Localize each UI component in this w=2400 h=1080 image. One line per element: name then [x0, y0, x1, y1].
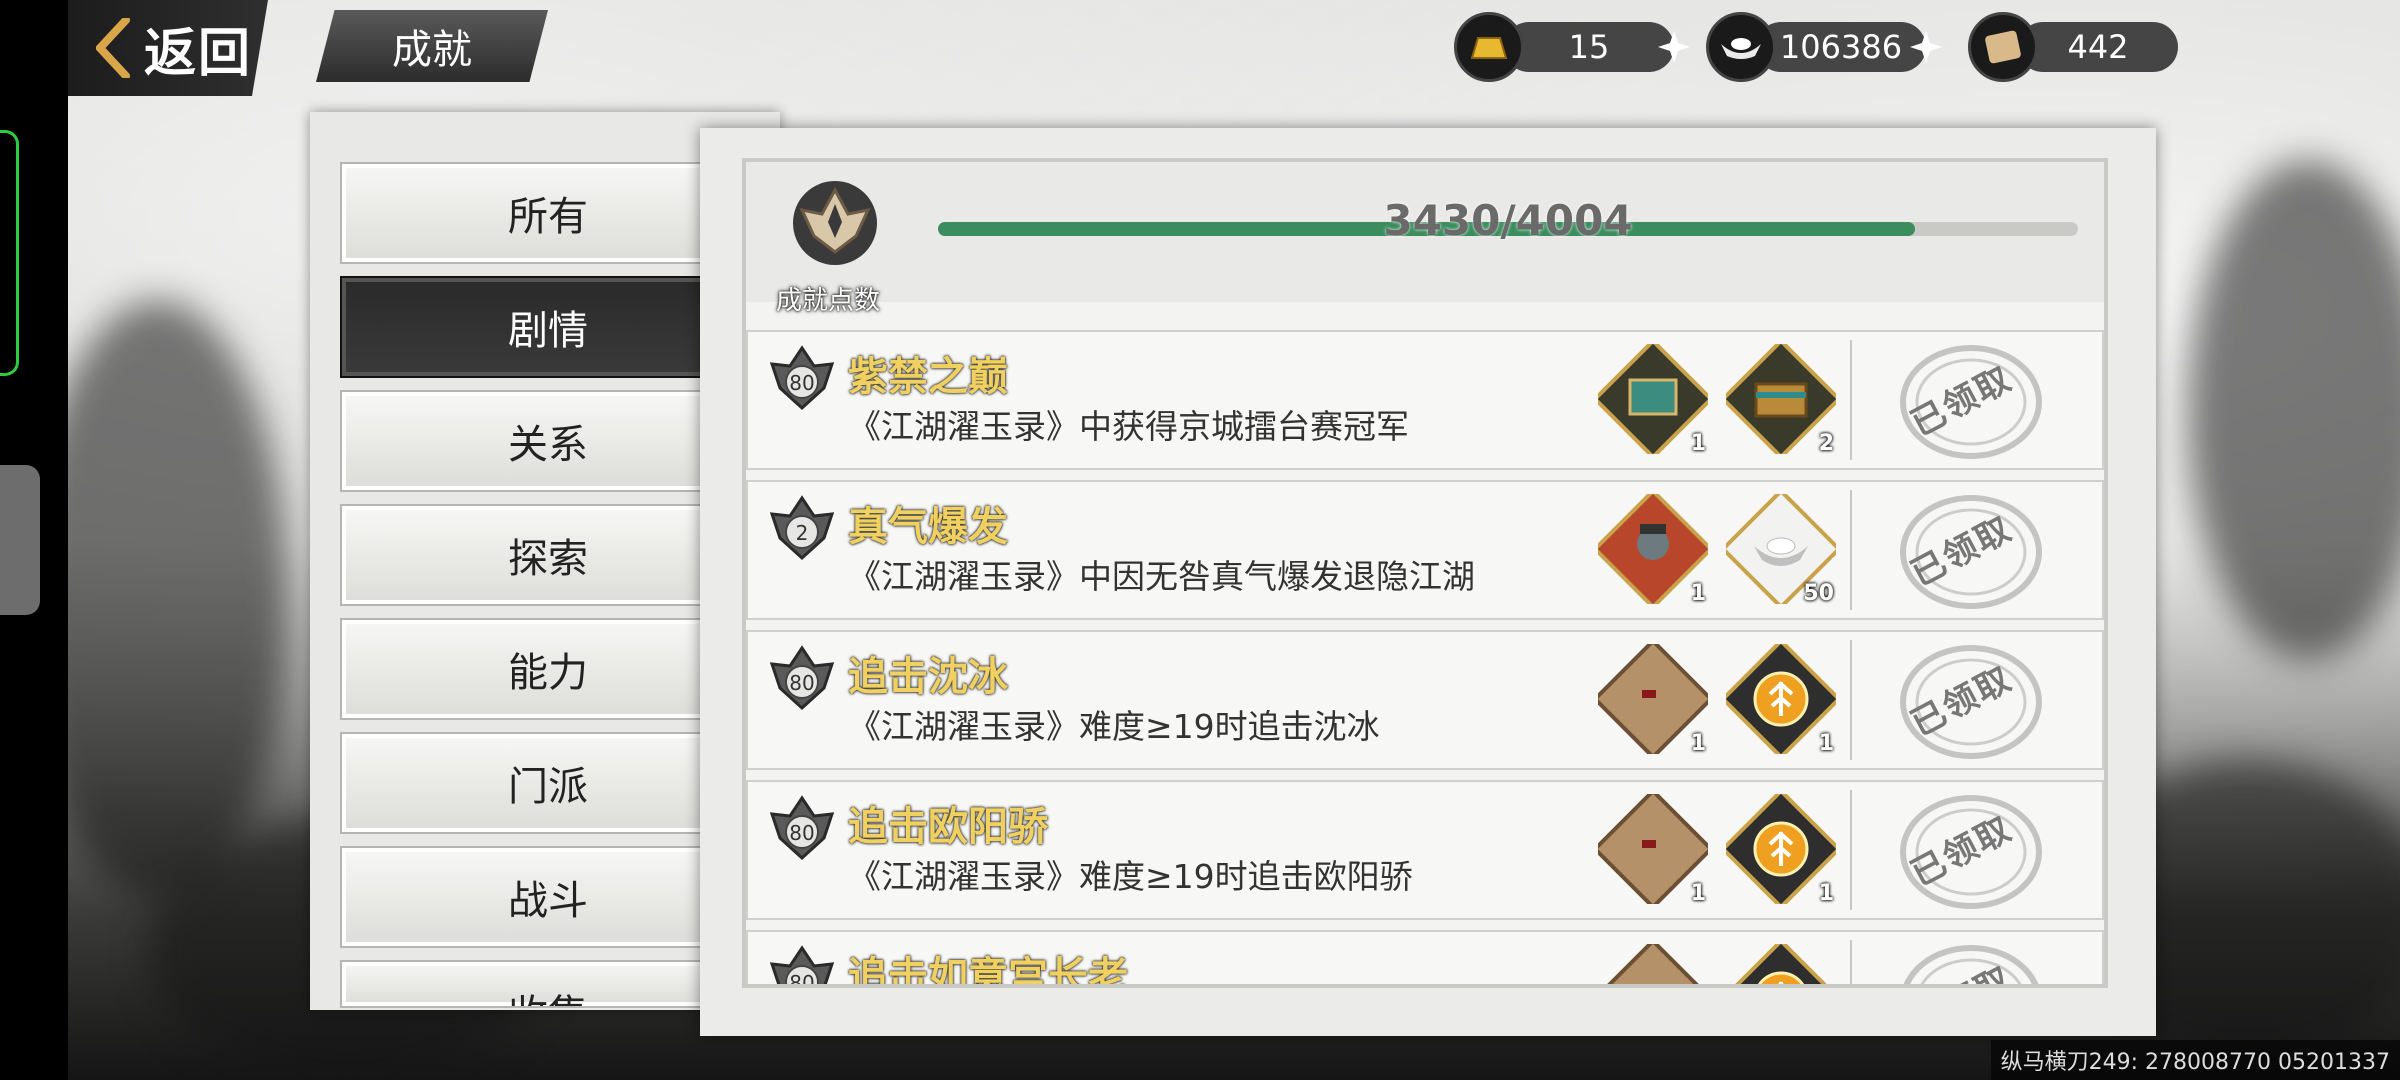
lotus-badge-icon: 80 — [769, 795, 835, 861]
side-handle[interactable] — [0, 465, 40, 615]
achievement-row[interactable]: 80 紫禁之巅 《江湖濯玉录》中获得京城擂台赛冠军 1 2 已领取 — [746, 330, 2104, 470]
achievement-row[interactable]: 80 追击欧阳骄 《江湖濯玉录》难度≥19时追击欧阳骄 1 1 已领取 — [746, 780, 2104, 920]
reward-slot[interactable]: 1 — [1592, 338, 1714, 460]
lotus-badge-icon: 2 — [769, 495, 835, 561]
sidebar-item-label: 收集 — [508, 982, 588, 1006]
silver-ingot-icon — [1706, 12, 1776, 82]
sidebar-item-label: 能力 — [508, 650, 588, 696]
achievement-title: 紫禁之巅 — [848, 354, 1008, 400]
reward-slot[interactable]: 1 — [1592, 488, 1714, 610]
sidebar-item-6[interactable]: 战斗 — [340, 846, 756, 948]
edge-indicator — [0, 130, 19, 376]
row-divider — [1850, 940, 1852, 984]
sidebar-item-1[interactable]: 剧情 — [340, 276, 756, 378]
achievement-title: 追击欧阳骄 — [848, 804, 1048, 850]
sidebar-item-3[interactable]: 探索 — [340, 504, 756, 606]
sidebar-item-label: 门派 — [508, 764, 588, 810]
back-label: 返回 — [144, 23, 253, 84]
lotus-badge-icon: 80 — [769, 945, 835, 988]
lotus-badge-icon: 80 — [769, 345, 835, 411]
currency-scroll: 442 — [1968, 12, 2178, 82]
gold-bar-icon — [1454, 12, 1524, 82]
sidebar-item-label: 所有 — [508, 194, 588, 240]
add-silver-button[interactable] — [1908, 29, 1944, 65]
back-button[interactable]: 返回 — [68, 0, 268, 96]
sidebar-item-label: 战斗 — [508, 878, 588, 924]
points-progress-text: 3430/4004 — [1383, 196, 1633, 245]
sidebar-item-label: 探索 — [508, 536, 588, 582]
badge-level: 2 — [796, 521, 809, 545]
badge-level: 80 — [789, 971, 814, 988]
reward-count: 1 — [1690, 731, 1706, 756]
points-label: 成就点数 — [776, 286, 881, 316]
reward-slot[interactable]: 1 — [1592, 788, 1714, 910]
sidebar-item-label: 剧情 — [508, 308, 588, 354]
reward-count: 1 — [1690, 881, 1706, 906]
reward-count: 1 — [1690, 431, 1706, 456]
reward-slot[interactable]: 50 — [1720, 488, 1842, 610]
achievement-panel: 成就点数 3430/4004 80 紫禁之巅《江湖濯玉录》中获得京城擂台赛冠军 1 2… — [700, 128, 2156, 1036]
page-title: 成就 — [316, 10, 548, 82]
row-divider — [1850, 640, 1852, 760]
row-divider — [1850, 790, 1852, 910]
achievement-desc: 《江湖濯玉录》中获得京城擂台赛冠军 — [848, 407, 1409, 446]
reward-count: 50 — [1803, 581, 1834, 606]
achievement-list-frame: 成就点数 3430/4004 80 紫禁之巅《江湖濯玉录》中获得京城擂台赛冠军 1 2… — [742, 158, 2108, 988]
reward-slot[interactable]: 1 — [1720, 638, 1842, 760]
reward-count: 1 — [1818, 881, 1834, 906]
achievement-desc: 《江湖濯玉录》难度≥19时追击欧阳骄 — [848, 857, 1413, 896]
currency-silver: 106386 — [1706, 12, 1944, 82]
sidebar-item-4[interactable]: 能力 — [340, 618, 756, 720]
add-gold-button[interactable] — [1656, 29, 1692, 65]
lotus-emblem-icon — [793, 181, 877, 265]
player-id-footer: 纵马横刀249: 278008770 05201337 — [1990, 1040, 2400, 1080]
achievement-title: 追击如意宫长老 — [848, 954, 1128, 988]
achievement-row[interactable]: 80追击如意宫长老《江湖濯玉录》难度≥19时追击如意宫长老已领取 — [746, 930, 2104, 988]
points-header: 成就点数 3430/4004 — [746, 162, 2104, 316]
orb-icon — [1720, 938, 1842, 984]
sidebar-item-5[interactable]: 门派 — [340, 732, 756, 834]
reward-slot[interactable] — [1720, 938, 1842, 984]
lotus-badge-icon: 80 — [769, 645, 835, 711]
sidebar-item-2[interactable]: 关系 — [340, 390, 756, 492]
sidebar-item-0[interactable]: 所有 — [340, 162, 756, 264]
achievement-desc: 《江湖濯玉录》中因无咎真气爆发退隐江湖 — [848, 557, 1475, 596]
achievement-desc: 《江湖濯玉录》难度≥19时追击沈冰 — [848, 707, 1380, 746]
book-icon — [1592, 938, 1714, 984]
achievement-title: 追击沈冰 — [848, 654, 1008, 700]
row-divider — [1850, 490, 1852, 610]
achievement-title: 真气爆发 — [848, 504, 1008, 550]
sidebar-item-label: 关系 — [508, 422, 588, 468]
chevron-left-icon — [96, 18, 130, 78]
scroll-value: 442 — [2018, 22, 2178, 72]
reward-count: 1 — [1690, 581, 1706, 606]
reward-slot[interactable]: 1 — [1592, 638, 1714, 760]
silver-value: 106386 — [1756, 22, 1926, 72]
reward-count: 2 — [1818, 431, 1834, 456]
currency-gold: 15 — [1454, 12, 1692, 82]
achievement-row[interactable]: 2 真气爆发 《江湖濯玉录》中因无咎真气爆发退隐江湖 1 50 已领取 — [746, 480, 2104, 620]
reward-count: 1 — [1818, 731, 1834, 756]
reward-slot[interactable]: 1 — [1720, 788, 1842, 910]
badge-level: 80 — [789, 821, 814, 845]
achievement-rows[interactable]: 80 紫禁之巅 《江湖濯玉录》中获得京城擂台赛冠军 1 2 已领取 2 真气爆发 《江湖濯玉录》… — [746, 330, 2104, 988]
gold-value: 15 — [1504, 22, 1674, 72]
badge-level: 80 — [789, 371, 814, 395]
achievement-row[interactable]: 80 追击沈冰 《江湖濯玉录》难度≥19时追击沈冰 1 1 已领取 — [746, 630, 2104, 770]
badge-level: 80 — [789, 671, 814, 695]
sidebar-item-7[interactable]: 收集 — [340, 960, 756, 1008]
scroll-icon — [1968, 12, 2038, 82]
reward-slot[interactable]: 2 — [1720, 338, 1842, 460]
row-divider — [1850, 340, 1852, 460]
reward-slot[interactable] — [1592, 938, 1714, 984]
